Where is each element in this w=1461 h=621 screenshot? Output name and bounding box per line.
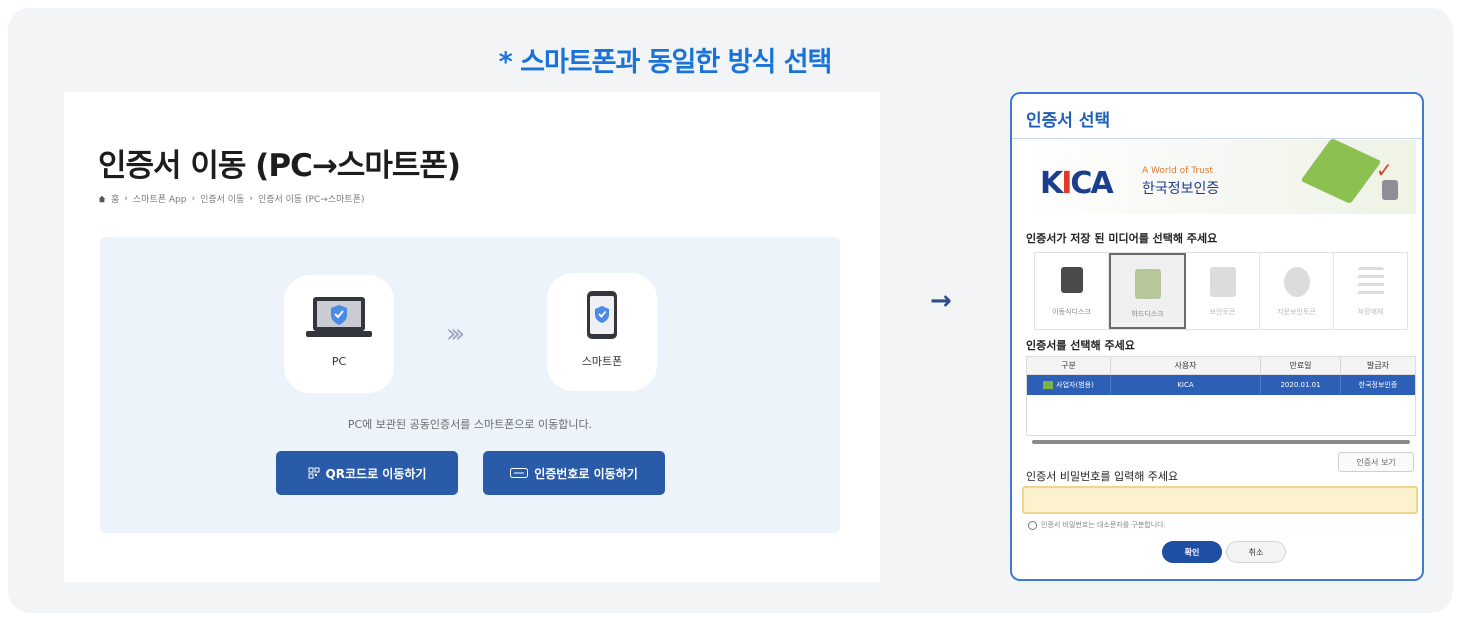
kica-company-name: 한국정보인증 — [1142, 181, 1220, 197]
breadcrumb-separator: › — [191, 193, 196, 204]
info-icon — [1028, 520, 1037, 530]
smartphone-card: 스마트폰 — [547, 273, 657, 391]
breadcrumb-item-current: 인증서 이동 (PC→스마트폰) — [257, 195, 365, 205]
hard-disk-icon — [1134, 269, 1161, 299]
cell-type-text: 사업자(범용) — [1056, 381, 1094, 389]
column-user[interactable]: 사용자 — [1111, 357, 1261, 374]
check-icon: ✓ — [1376, 158, 1393, 182]
cell-type: 사업자(범용) — [1027, 375, 1111, 395]
table-row[interactable]: 사업자(범용) KICA 2020.01.01 한국정보인증 — [1027, 375, 1415, 395]
certificate-dialog: 인증서 선택 KICA A World of Trust 한국정보인증 ✓ 인증… — [1010, 92, 1424, 581]
transfer-chevrons-icon: ››› — [446, 319, 465, 349]
certificate-table: 구분 사용자 만료일 발급자 사업자(범용) KICA 2020.01.01 한… — [1026, 356, 1416, 436]
breadcrumb-item-home[interactable]: 홈 — [111, 192, 119, 205]
password-hint: 인증서 비밀번호는 대소문자를 구분합니다. — [1028, 520, 1166, 530]
title-divider — [1012, 138, 1422, 139]
media-removable-disk[interactable]: 이동식디스크 — [1035, 253, 1109, 329]
dialog-title: 인증서 선택 — [1026, 111, 1111, 131]
media-label: 지문보안토큰 — [1277, 308, 1316, 316]
breadcrumb: 홈 › 스마트폰 App › 인증서 이동 › 인증서 이동 (PC→스마트폰) — [98, 192, 364, 205]
media-security-token[interactable]: 보안토큰 — [1186, 253, 1260, 329]
horizontal-scrollbar[interactable] — [1032, 440, 1410, 444]
media-prompt: 인증서가 저장 된 미디어를 선택해 주세요 — [1026, 232, 1218, 245]
usb-drive-icon — [1060, 267, 1083, 293]
password-input[interactable] — [1022, 486, 1418, 514]
folder-icon — [1300, 138, 1382, 204]
transfer-description: PC에 보관된 공동인증서를 스마트폰으로 이동합니다. — [347, 418, 593, 431]
ok-button[interactable]: 확인 — [1162, 541, 1222, 563]
media-selector: 이동식디스크 하드디스크 보안토큰 지문보안토큰 저장매체 — [1034, 252, 1408, 330]
media-fingerprint-token[interactable]: 지문보안토큰 — [1260, 253, 1334, 329]
cert-prompt: 인증서를 선택해 주세요 — [1026, 339, 1135, 352]
laptop-shield-icon — [306, 297, 372, 337]
pc-card: PC — [284, 275, 394, 393]
breadcrumb-item-app[interactable]: 스마트폰 App — [133, 192, 187, 205]
column-issuer[interactable]: 발급자 — [1341, 357, 1415, 374]
qr-transfer-label: QR코드로 이동하기 — [325, 466, 427, 481]
media-label: 저장매체 — [1357, 308, 1384, 316]
smartphone-label: 스마트폰 — [581, 355, 623, 368]
web-page-panel: 인증서 이동 (PC→스마트폰) 홈 › 스마트폰 App › 인증서 이동 ›… — [64, 92, 880, 582]
lock-icon — [1382, 180, 1398, 200]
media-label: 하드디스크 — [1131, 310, 1164, 318]
number-transfer-label: 인증번호로 이동하기 — [534, 466, 638, 481]
column-expiry[interactable]: 만료일 — [1261, 357, 1341, 374]
number-transfer-button[interactable]: 인증번호로 이동하기 — [483, 451, 665, 495]
cancel-button[interactable]: 취소 — [1226, 541, 1286, 563]
cell-user: KICA — [1111, 375, 1261, 395]
security-token-icon — [1209, 267, 1236, 297]
kica-logo: KICA — [1040, 166, 1114, 201]
smartphone-shield-icon — [587, 291, 617, 339]
breadcrumb-item-move[interactable]: 인증서 이동 — [200, 192, 244, 205]
media-label: 이동식디스크 — [1052, 308, 1091, 316]
headline: * 스마트폰과 동일한 방식 선택 — [498, 47, 833, 78]
qr-transfer-button[interactable]: QR코드로 이동하기 — [276, 451, 458, 495]
qr-code-icon — [308, 467, 320, 479]
keypad-icon — [510, 468, 529, 478]
password-prompt: 인증서 비밀번호를 입력해 주세요 — [1026, 470, 1179, 483]
kica-banner: KICA A World of Trust 한국정보인증 ✓ — [1020, 138, 1416, 214]
flow-arrow: → — [930, 286, 952, 316]
list-icon — [1357, 267, 1384, 297]
transfer-box: PC ››› 스마트폰 PC에 보관된 공동인증서를 스마트폰으로 이동합니다.… — [100, 237, 840, 533]
breadcrumb-separator: › — [124, 193, 128, 204]
pc-label: PC — [331, 355, 347, 368]
kica-tagline: A World of Trust — [1142, 166, 1214, 176]
view-certificate-button[interactable]: 인증서 보기 — [1338, 452, 1414, 472]
media-storage[interactable]: 저장매체 — [1334, 253, 1407, 329]
table-header: 구분 사용자 만료일 발급자 — [1027, 357, 1415, 375]
cell-expiry: 2020.01.01 — [1261, 375, 1341, 395]
home-icon[interactable] — [98, 195, 106, 203]
certificate-icon — [1043, 381, 1054, 389]
password-hint-text: 인증서 비밀번호는 대소문자를 구분합니다. — [1041, 521, 1166, 529]
column-type[interactable]: 구분 — [1027, 357, 1111, 374]
media-label: 보안토큰 — [1209, 308, 1236, 316]
media-hard-disk[interactable]: 하드디스크 — [1109, 253, 1186, 329]
page-title: 인증서 이동 (PC→스마트폰) — [98, 148, 461, 184]
cell-issuer: 한국정보인증 — [1358, 381, 1398, 389]
breadcrumb-separator: › — [249, 193, 253, 204]
fingerprint-token-icon — [1283, 267, 1310, 297]
